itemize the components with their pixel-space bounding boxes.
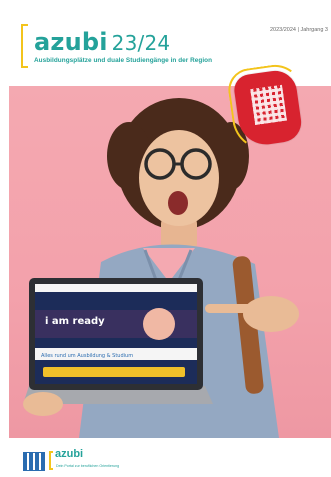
brand-name: azubi [34,28,108,56]
screen-banner: Alles rund um Ausbildung & Studium [41,353,133,359]
masthead-bracket [21,24,28,68]
qr-code-badge[interactable] [225,61,311,155]
footer-bracket [49,451,53,470]
footer-qr-icon[interactable] [23,452,45,471]
pointing-hand [243,296,299,332]
issue-label: 2023/2024 | Jahrgang 3 [269,27,328,33]
screen-headline: i am ready [45,316,105,327]
brand-title: azubi 23/24 [34,28,170,57]
brand-year: 23/24 [111,31,171,55]
footer-tagline: Dein Portal zur beruflichen Orientierung [56,464,120,468]
qr-code-icon [250,84,287,125]
footer-brand: azubi [55,448,84,460]
brand-subtitle: Ausbildungsplätze und duale Studiengänge… [34,57,213,64]
